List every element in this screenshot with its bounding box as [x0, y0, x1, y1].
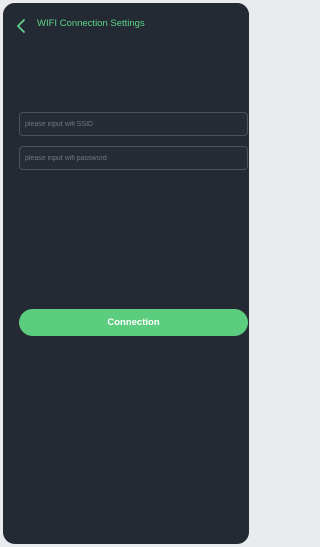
- connection-button[interactable]: Connection: [19, 309, 248, 336]
- ssid-field: [19, 112, 248, 136]
- wifi-settings-screen: WIFI Connection Settings Connection: [3, 3, 249, 544]
- ssid-input[interactable]: [20, 113, 247, 136]
- password-field: [19, 146, 248, 170]
- page-title: WIFI Connection Settings: [37, 18, 145, 29]
- chevron-left-icon: [17, 19, 25, 33]
- top-bar: WIFI Connection Settings: [3, 3, 249, 51]
- password-input[interactable]: [20, 147, 247, 170]
- back-button[interactable]: [13, 17, 31, 35]
